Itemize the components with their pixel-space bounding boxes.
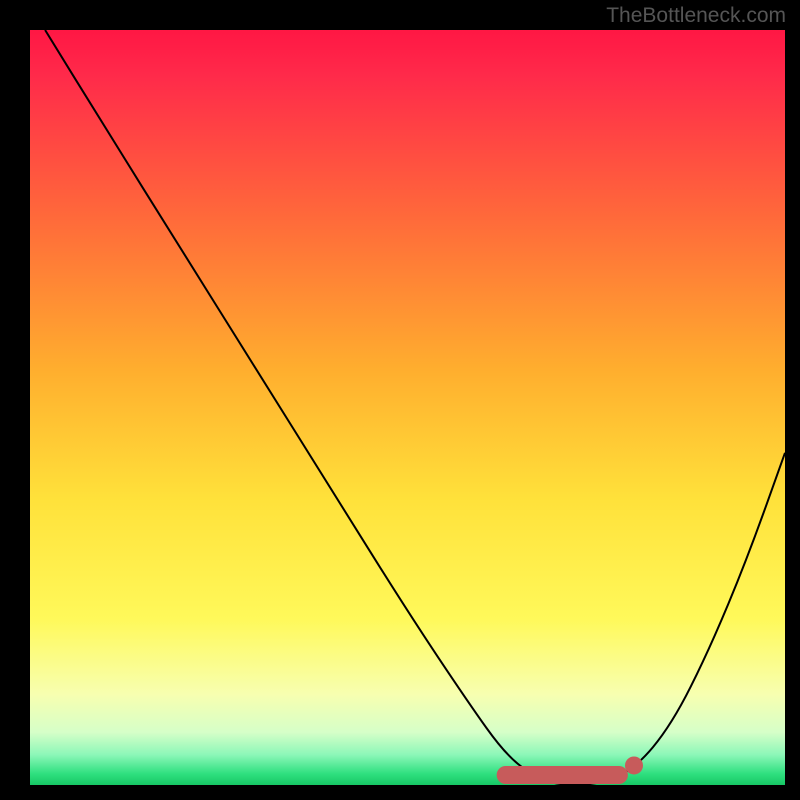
attribution-text: TheBottleneck.com xyxy=(606,4,786,28)
marker-dot xyxy=(625,756,643,774)
gradient-background xyxy=(30,30,785,785)
bottleneck-chart xyxy=(0,0,800,800)
chart-container: { "attribution": "TheBottleneck.com", "c… xyxy=(0,0,800,800)
